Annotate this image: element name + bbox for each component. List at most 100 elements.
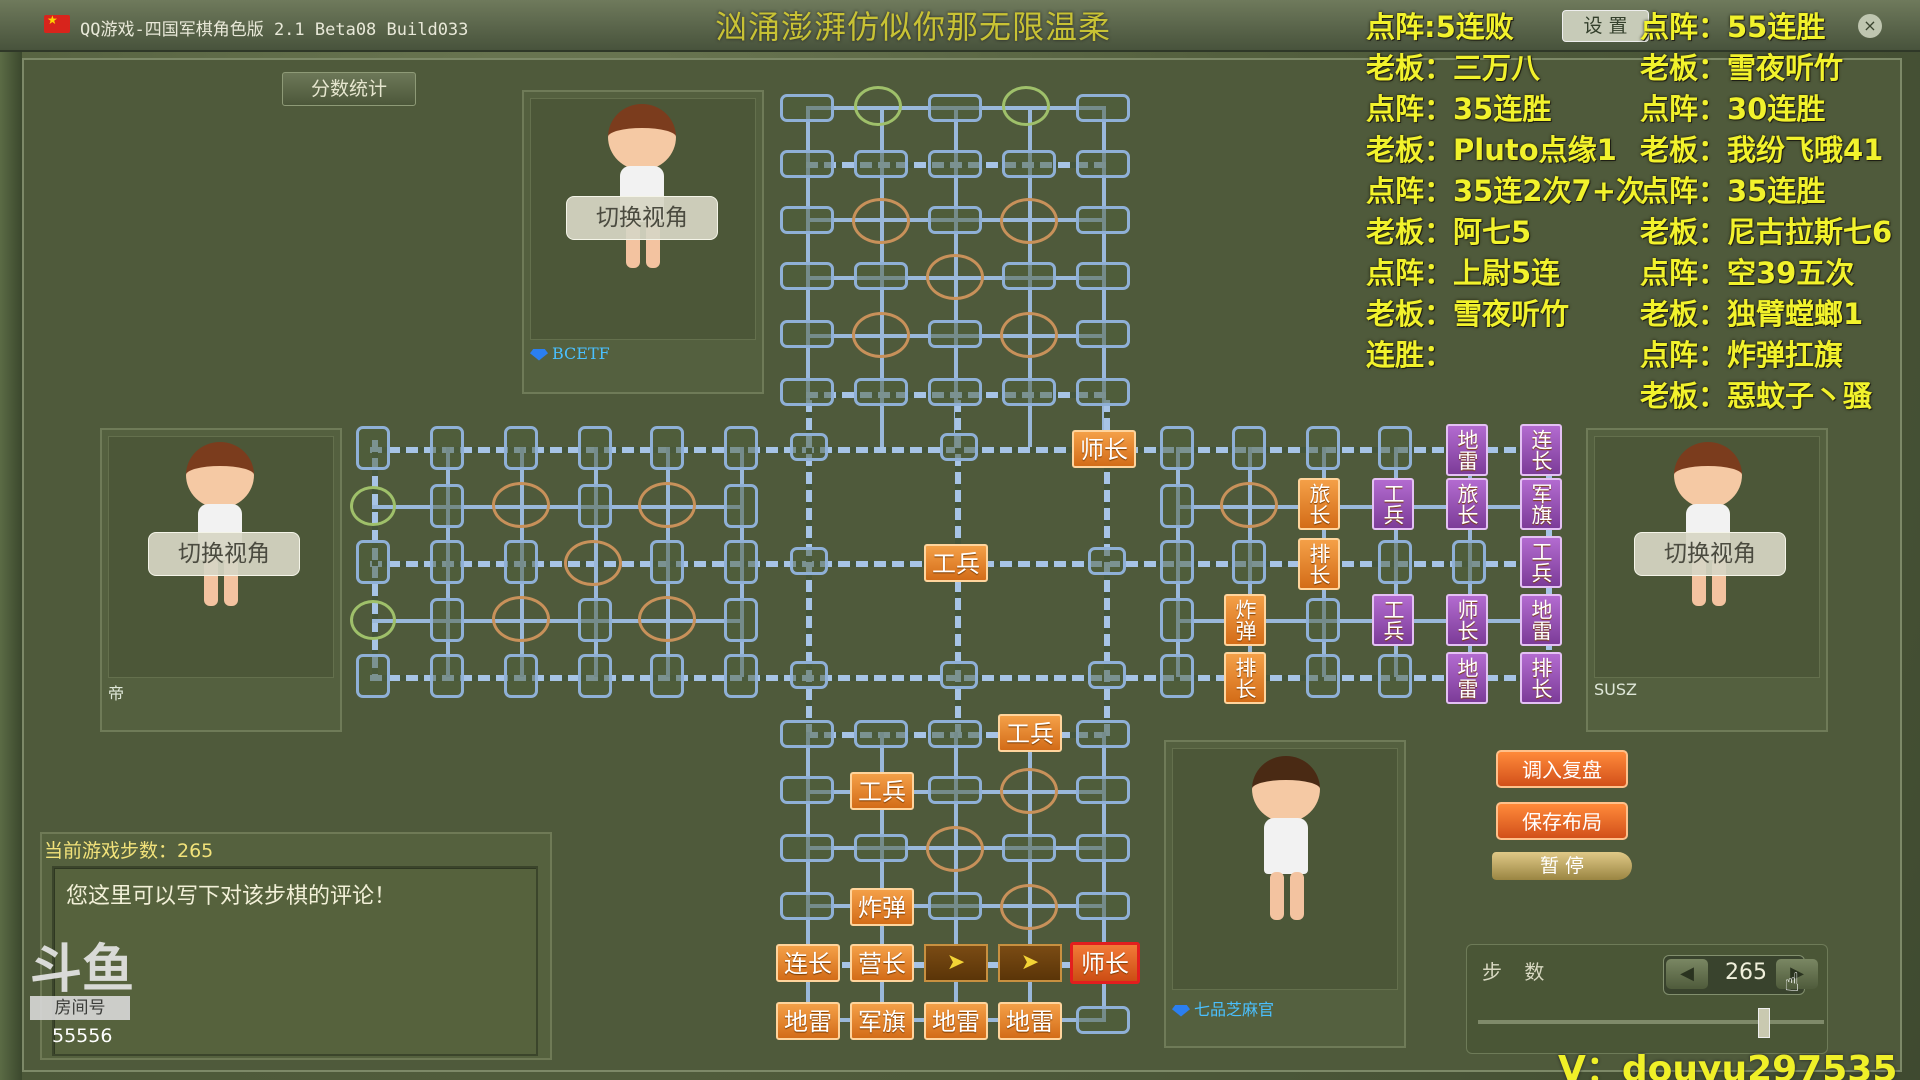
piece-lvzhang-enemy[interactable]: 旅长: [1446, 478, 1488, 530]
piece-paizhang-enemy[interactable]: 排长: [1520, 652, 1562, 704]
board-post[interactable]: [1002, 378, 1056, 406]
board-post[interactable]: [940, 661, 978, 689]
board-post[interactable]: [1076, 720, 1130, 748]
piece-paizhang[interactable]: 排长: [1224, 652, 1266, 704]
board-post[interactable]: [430, 484, 464, 528]
prev-step-button[interactable]: ◀: [1666, 959, 1708, 989]
board-post[interactable]: [356, 426, 390, 470]
board-post[interactable]: [790, 433, 828, 461]
board-camp[interactable]: [854, 86, 902, 126]
board-post[interactable]: [940, 433, 978, 461]
board-post[interactable]: [578, 598, 612, 642]
board-post[interactable]: [1306, 598, 1340, 642]
piece-gongbing[interactable]: 工兵: [850, 772, 914, 810]
piece-lianzhang[interactable]: 连长: [776, 944, 840, 982]
board-post[interactable]: [1306, 426, 1340, 470]
board-post[interactable]: [1076, 150, 1130, 178]
slider-thumb[interactable]: [1758, 1008, 1770, 1038]
board-post[interactable]: [780, 378, 834, 406]
board-camp[interactable]: [1000, 884, 1058, 930]
board-camp[interactable]: [1000, 198, 1058, 244]
piece-shizhang-enemy[interactable]: 师长: [1446, 594, 1488, 646]
board-post[interactable]: [1378, 540, 1412, 584]
board-camp[interactable]: [492, 596, 550, 642]
board-post[interactable]: [356, 540, 390, 584]
board-camp[interactable]: [564, 540, 622, 586]
board-post[interactable]: [790, 547, 828, 575]
piece-dilei[interactable]: 地雷: [924, 1002, 988, 1040]
switch-view-button[interactable]: 切换视角: [1634, 532, 1786, 576]
board-post[interactable]: [724, 540, 758, 584]
board-post[interactable]: [854, 262, 908, 290]
board-post[interactable]: [1076, 834, 1130, 862]
board-post[interactable]: [1076, 776, 1130, 804]
piece-junqi[interactable]: 军旗: [850, 1002, 914, 1040]
piece-gongbing[interactable]: 工兵: [998, 714, 1062, 752]
board-post[interactable]: [854, 150, 908, 178]
board-post[interactable]: [724, 654, 758, 698]
board-post[interactable]: [1160, 540, 1194, 584]
board-post[interactable]: [578, 484, 612, 528]
piece-dilei[interactable]: 地雷: [998, 1002, 1062, 1040]
piece-junqi-enemy[interactable]: 军旗: [1520, 478, 1562, 530]
board-camp[interactable]: [1000, 768, 1058, 814]
board-post[interactable]: [1232, 540, 1266, 584]
piece-shizhang[interactable]: 师长: [1072, 430, 1136, 468]
piece-lvzhang[interactable]: 旅长: [1298, 478, 1340, 530]
board-post[interactable]: [1160, 484, 1194, 528]
board-post[interactable]: [430, 540, 464, 584]
board-post[interactable]: [650, 654, 684, 698]
board-post[interactable]: [578, 654, 612, 698]
piece-shizhang-selected[interactable]: 师长: [1070, 942, 1140, 984]
board-post[interactable]: [928, 94, 982, 122]
piece-yingzhang[interactable]: 营长: [850, 944, 914, 982]
piece-dilei-enemy[interactable]: 地雷: [1446, 652, 1488, 704]
board-post[interactable]: [1002, 834, 1056, 862]
piece-lianzhang-enemy[interactable]: 连长: [1520, 424, 1562, 476]
piece-zhadan[interactable]: 炸弹: [850, 888, 914, 926]
switch-view-button[interactable]: 切换视角: [566, 196, 718, 240]
board-post[interactable]: [928, 206, 982, 234]
board-post[interactable]: [578, 426, 612, 470]
board-post[interactable]: [1076, 262, 1130, 290]
pause-button[interactable]: 暂 停: [1492, 852, 1632, 880]
board-post[interactable]: [724, 426, 758, 470]
board-post[interactable]: [1002, 262, 1056, 290]
board-camp[interactable]: [638, 482, 696, 528]
piece-gongbing[interactable]: 工兵: [924, 544, 988, 582]
board-post[interactable]: [780, 720, 834, 748]
board-post[interactable]: [1002, 150, 1056, 178]
board-camp[interactable]: [350, 600, 396, 640]
board-post[interactable]: [1452, 540, 1486, 584]
board-post[interactable]: [928, 378, 982, 406]
board-post[interactable]: [1306, 654, 1340, 698]
board-post[interactable]: [790, 661, 828, 689]
board-camp[interactable]: [638, 596, 696, 642]
piece-gongbing-enemy[interactable]: 工兵: [1520, 536, 1562, 588]
board-post[interactable]: [854, 720, 908, 748]
board-post[interactable]: [430, 598, 464, 642]
board-post[interactable]: [356, 654, 390, 698]
board-post[interactable]: [1076, 1006, 1130, 1034]
board-post[interactable]: [504, 540, 538, 584]
board-post[interactable]: [504, 426, 538, 470]
board-post[interactable]: [650, 540, 684, 584]
board-post[interactable]: [504, 654, 538, 698]
board-camp[interactable]: [1220, 482, 1278, 528]
close-icon[interactable]: ×: [1858, 14, 1882, 38]
save-layout-button[interactable]: 保存布局: [1496, 802, 1628, 840]
score-stats-button[interactable]: 分数统计: [282, 72, 416, 106]
piece-dilei-enemy[interactable]: 地雷: [1446, 424, 1488, 476]
board-post[interactable]: [1160, 426, 1194, 470]
settings-button[interactable]: 设 置: [1562, 10, 1649, 42]
board-post[interactable]: [780, 776, 834, 804]
board-post[interactable]: [780, 834, 834, 862]
board-post[interactable]: [1076, 94, 1130, 122]
board-post[interactable]: [1378, 654, 1412, 698]
board-post[interactable]: [430, 654, 464, 698]
board-post[interactable]: [1160, 598, 1194, 642]
board-post[interactable]: [928, 776, 982, 804]
board-post[interactable]: [780, 150, 834, 178]
board-camp[interactable]: [852, 198, 910, 244]
board-camp[interactable]: [1002, 86, 1050, 126]
